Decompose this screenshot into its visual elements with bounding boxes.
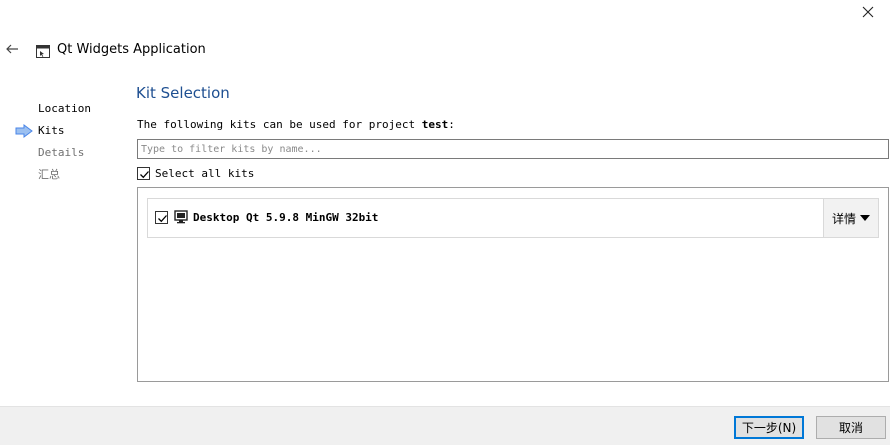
select-all-kits[interactable]: Select all kits: [137, 166, 254, 180]
step-label: Location: [38, 102, 91, 115]
wizard-header: Qt Widgets Application: [0, 38, 890, 64]
kit-row[interactable]: Desktop Qt 5.9.8 MinGW 32bit 详情: [147, 198, 879, 238]
current-step-arrow-icon: [15, 124, 33, 138]
checkmark-icon: [158, 215, 167, 223]
details-label: 详情: [831, 211, 856, 226]
cancel-button[interactable]: 取消: [816, 416, 886, 439]
back-button[interactable]: [4, 41, 20, 57]
caret-down-icon: [860, 215, 870, 221]
intro-prefix: The following kits can be used for proje…: [137, 118, 422, 131]
wizard-title: Qt Widgets Application: [57, 42, 206, 57]
intro-text: The following kits can be used for proje…: [137, 118, 455, 131]
wizard-footer: 下一步(N) 取消: [0, 406, 890, 445]
wizard-step-list: Location Kits Details 汇总: [0, 100, 130, 188]
kit-name: Desktop Qt 5.9.8 MinGW 32bit: [193, 211, 379, 224]
step-label: 汇总: [38, 168, 60, 181]
close-icon: [862, 6, 874, 18]
step-kits: Kits: [0, 122, 130, 144]
monitor-icon: [174, 210, 188, 224]
page-title: Kit Selection: [136, 84, 230, 102]
kit-details-button[interactable]: 详情: [823, 199, 878, 237]
qt-widgets-app-icon: [36, 43, 50, 58]
checkmark-icon: [140, 170, 149, 178]
kit-filter-input[interactable]: [137, 139, 889, 159]
close-button[interactable]: [858, 2, 878, 22]
intro-suffix: :: [448, 118, 455, 131]
kit-checkbox[interactable]: [155, 211, 168, 224]
step-details: Details: [0, 144, 130, 166]
step-location: Location: [0, 100, 130, 122]
step-summary: 汇总: [0, 166, 130, 188]
step-label: Details: [38, 146, 85, 159]
select-all-label: Select all kits: [155, 166, 255, 180]
next-button[interactable]: 下一步(N): [734, 416, 804, 439]
step-label: Kits: [38, 124, 65, 137]
kit-list: Desktop Qt 5.9.8 MinGW 32bit 详情: [137, 187, 889, 382]
project-name: test: [421, 118, 449, 131]
select-all-checkbox[interactable]: [137, 166, 150, 180]
back-arrow-icon: [6, 44, 18, 54]
